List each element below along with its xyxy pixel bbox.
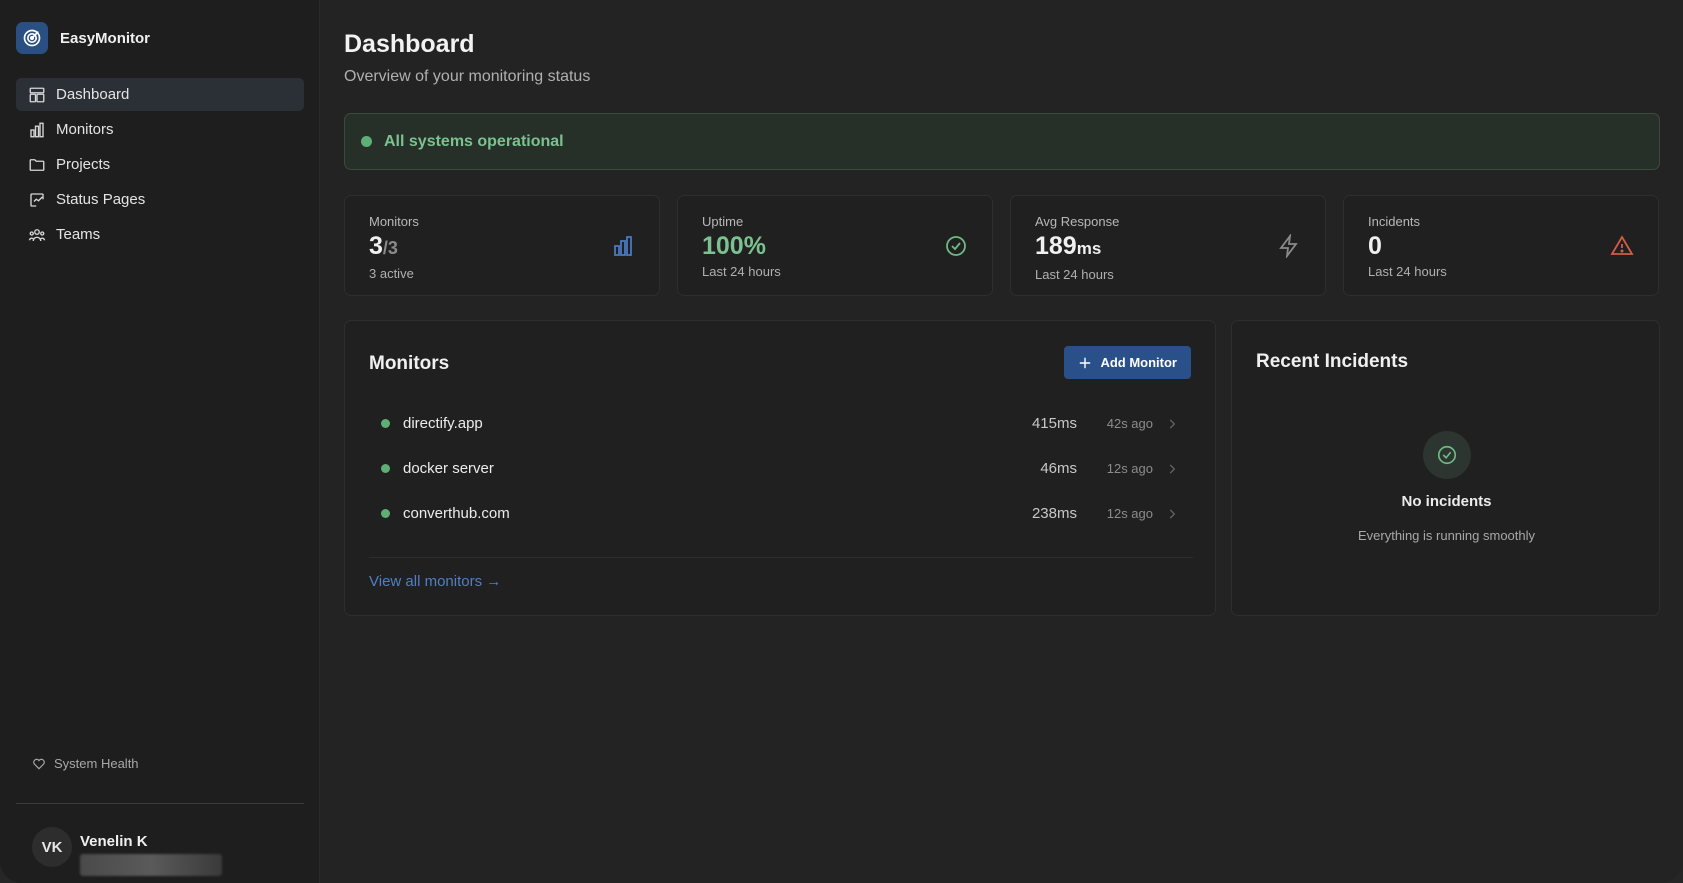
stats-row: Monitors 3/3 3 active Uptime 100% Last 2… [344, 195, 1659, 296]
stat-value: 189ms [1035, 232, 1102, 260]
stat-note: Last 24 hours [702, 264, 781, 279]
chevron-right-icon [1169, 509, 1176, 518]
empty-subtitle: Everything is running smoothly [1357, 528, 1536, 543]
monitor-row[interactable]: docker server 46ms 12s ago [369, 446, 1193, 491]
status-dot [381, 509, 390, 518]
chevron-right-icon [1169, 419, 1176, 428]
monitor-response: 238ms [1031, 505, 1077, 522]
folder-icon [29, 158, 45, 171]
monitor-name: converthub.com [403, 505, 510, 522]
stat-value: 3/3 [369, 232, 398, 260]
status-banner: All systems operational [344, 113, 1660, 170]
plus-icon [1080, 357, 1091, 368]
stat-note: Last 24 hours [1368, 264, 1447, 279]
stat-card-incidents[interactable]: Incidents 0 Last 24 hours [1343, 195, 1659, 296]
stat-label: Uptime [702, 214, 744, 229]
add-monitor-button[interactable]: Add Monitor [1064, 346, 1191, 379]
empty-state: No incidents Everything is running smoot… [1232, 431, 1661, 543]
user-email-redacted [80, 854, 222, 876]
sidebar-item-label: Projects [56, 156, 111, 173]
radar-icon [16, 22, 48, 54]
monitor-last-check: 12s ago [1106, 506, 1153, 521]
page-subtitle: Overview of your monitoring status [344, 68, 591, 85]
monitor-name: directify.app [403, 415, 483, 432]
stat-card-avg-response[interactable]: Avg Response 189ms Last 24 hours [1010, 195, 1326, 296]
sidebar-nav: Dashboard Monitors Projects Status Pages [16, 78, 304, 253]
monitor-response: 415ms [1031, 415, 1077, 432]
check-circle-icon [1422, 431, 1471, 479]
stat-label: Monitors [369, 214, 419, 229]
monitor-name: docker server [403, 460, 494, 477]
system-health-link[interactable]: System Health [32, 756, 139, 771]
stat-card-monitors[interactable]: Monitors 3/3 3 active [344, 195, 660, 296]
stat-note: 3 active [369, 266, 414, 281]
sidebar-item-label: Dashboard [56, 86, 130, 103]
status-text: All systems operational [384, 132, 564, 150]
sidebar-divider [16, 803, 304, 804]
sidebar-item-status-pages[interactable]: Status Pages [16, 183, 304, 216]
add-monitor-label: Add Monitor [1100, 355, 1177, 370]
users-icon [28, 228, 46, 241]
heart-icon [33, 758, 45, 769]
stat-label: Avg Response [1035, 214, 1120, 229]
user-name: Venelin K [80, 833, 148, 850]
status-page-icon [30, 192, 44, 207]
monitor-response: 46ms [1040, 460, 1077, 477]
warning-icon [1610, 235, 1634, 255]
dashboard-icon [29, 87, 45, 102]
app-name: EasyMonitor [60, 29, 151, 47]
sidebar-item-label: Status Pages [56, 191, 146, 208]
page-title: Dashboard [344, 30, 475, 58]
monitor-row[interactable]: converthub.com 238ms 12s ago [369, 491, 1193, 536]
app-window: EasyMonitor Dashboard Monitors Projects [0, 0, 1683, 883]
system-health-label: System Health [54, 756, 139, 771]
sidebar-item-teams[interactable]: Teams [16, 218, 304, 251]
bar-chart-icon [614, 236, 632, 256]
bar-chart-icon [30, 122, 44, 137]
sidebar: EasyMonitor Dashboard Monitors Projects [0, 0, 320, 883]
sidebar-item-label: Monitors [56, 121, 114, 138]
sidebar-item-dashboard[interactable]: Dashboard [16, 78, 304, 111]
stat-label: Incidents [1368, 214, 1421, 229]
incidents-panel: Recent Incidents No incidents Everything… [1231, 320, 1660, 616]
monitor-list: directify.app 415ms 42s ago docker serve… [369, 401, 1193, 536]
avatar: VK [32, 827, 72, 867]
stat-value: 100% [702, 232, 766, 260]
check-circle-icon [946, 236, 966, 256]
sidebar-item-label: Teams [56, 226, 101, 243]
monitors-panel-title: Monitors [369, 353, 450, 374]
view-all-monitors-link[interactable]: View all monitors → [369, 573, 501, 590]
lightning-icon [1279, 234, 1298, 258]
monitors-panel: Monitors Add Monitor directify.app 415ms… [344, 320, 1216, 616]
monitors-divider [369, 557, 1193, 558]
brand[interactable]: EasyMonitor [16, 22, 150, 54]
monitor-last-check: 42s ago [1106, 416, 1153, 431]
sidebar-item-monitors[interactable]: Monitors [16, 113, 304, 146]
incidents-panel-title: Recent Incidents [1256, 351, 1409, 372]
chevron-right-icon [1169, 464, 1176, 473]
status-dot [381, 464, 390, 473]
monitor-row[interactable]: directify.app 415ms 42s ago [369, 401, 1193, 446]
sidebar-item-projects[interactable]: Projects [16, 148, 304, 181]
monitor-last-check: 12s ago [1106, 461, 1153, 476]
status-dot [381, 419, 390, 428]
user-menu[interactable]: VK Venelin K [32, 827, 222, 876]
stat-card-uptime[interactable]: Uptime 100% Last 24 hours [677, 195, 993, 296]
empty-title: No incidents [1401, 493, 1492, 510]
stat-value: 0 [1368, 232, 1382, 260]
stat-note: Last 24 hours [1035, 267, 1114, 282]
status-dot [361, 136, 372, 147]
